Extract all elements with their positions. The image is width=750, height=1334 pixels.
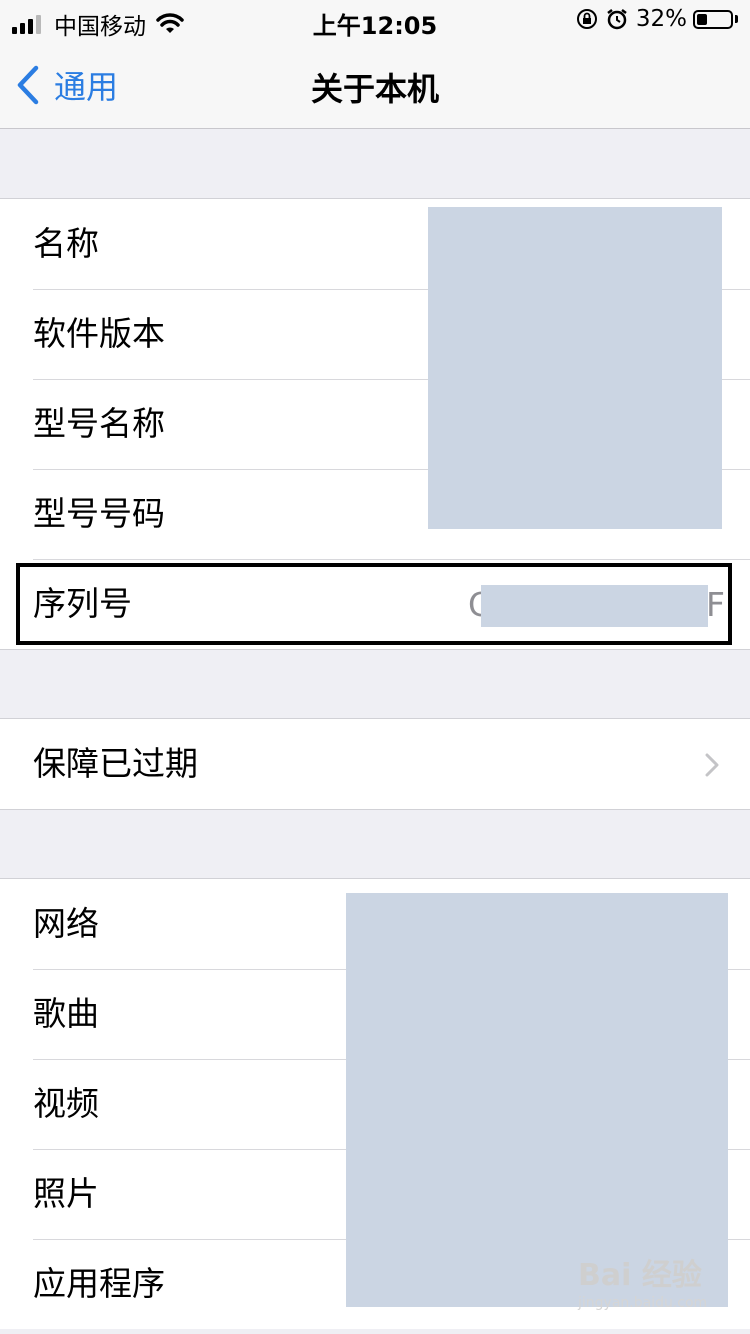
coverage-group: 保障已过期 [0,718,750,810]
row-label: 保障已过期 [33,744,198,783]
row-label: 型号号码 [33,494,165,533]
battery-percent: 32% [635,6,687,32]
row-label: 歌曲 [33,994,99,1033]
baidu-watermark: Bai 经验 [578,1258,702,1293]
row-label: 型号名称 [33,404,165,443]
navigation-bar: 通用 关于本机 [0,40,750,129]
alarm-icon [607,9,627,30]
page-title: 关于本机 [310,70,439,108]
status-bar: 中国移动 上午12:05 32% [0,0,750,40]
row-label: 视频 [33,1084,99,1123]
status-right: 32% [576,6,738,32]
redaction-block [346,893,728,1307]
battery-tip [735,15,738,23]
orientation-lock-icon [576,9,597,29]
battery-fill [697,13,707,25]
battery-icon [693,9,733,29]
redaction-block [428,207,722,529]
row-label: 照片 [33,1174,99,1213]
baidu-watermark-url: jingyan.baidu.com [578,1295,708,1311]
row-label: 网络 [33,904,99,943]
row-label: 软件版本 [33,314,165,353]
chevron-right-icon [705,753,719,777]
serial-highlight-box [16,563,732,645]
row-coverage[interactable]: 保障已过期 [0,719,750,809]
row-label: 应用程序 [33,1264,165,1303]
row-label: 名称 [33,224,99,263]
